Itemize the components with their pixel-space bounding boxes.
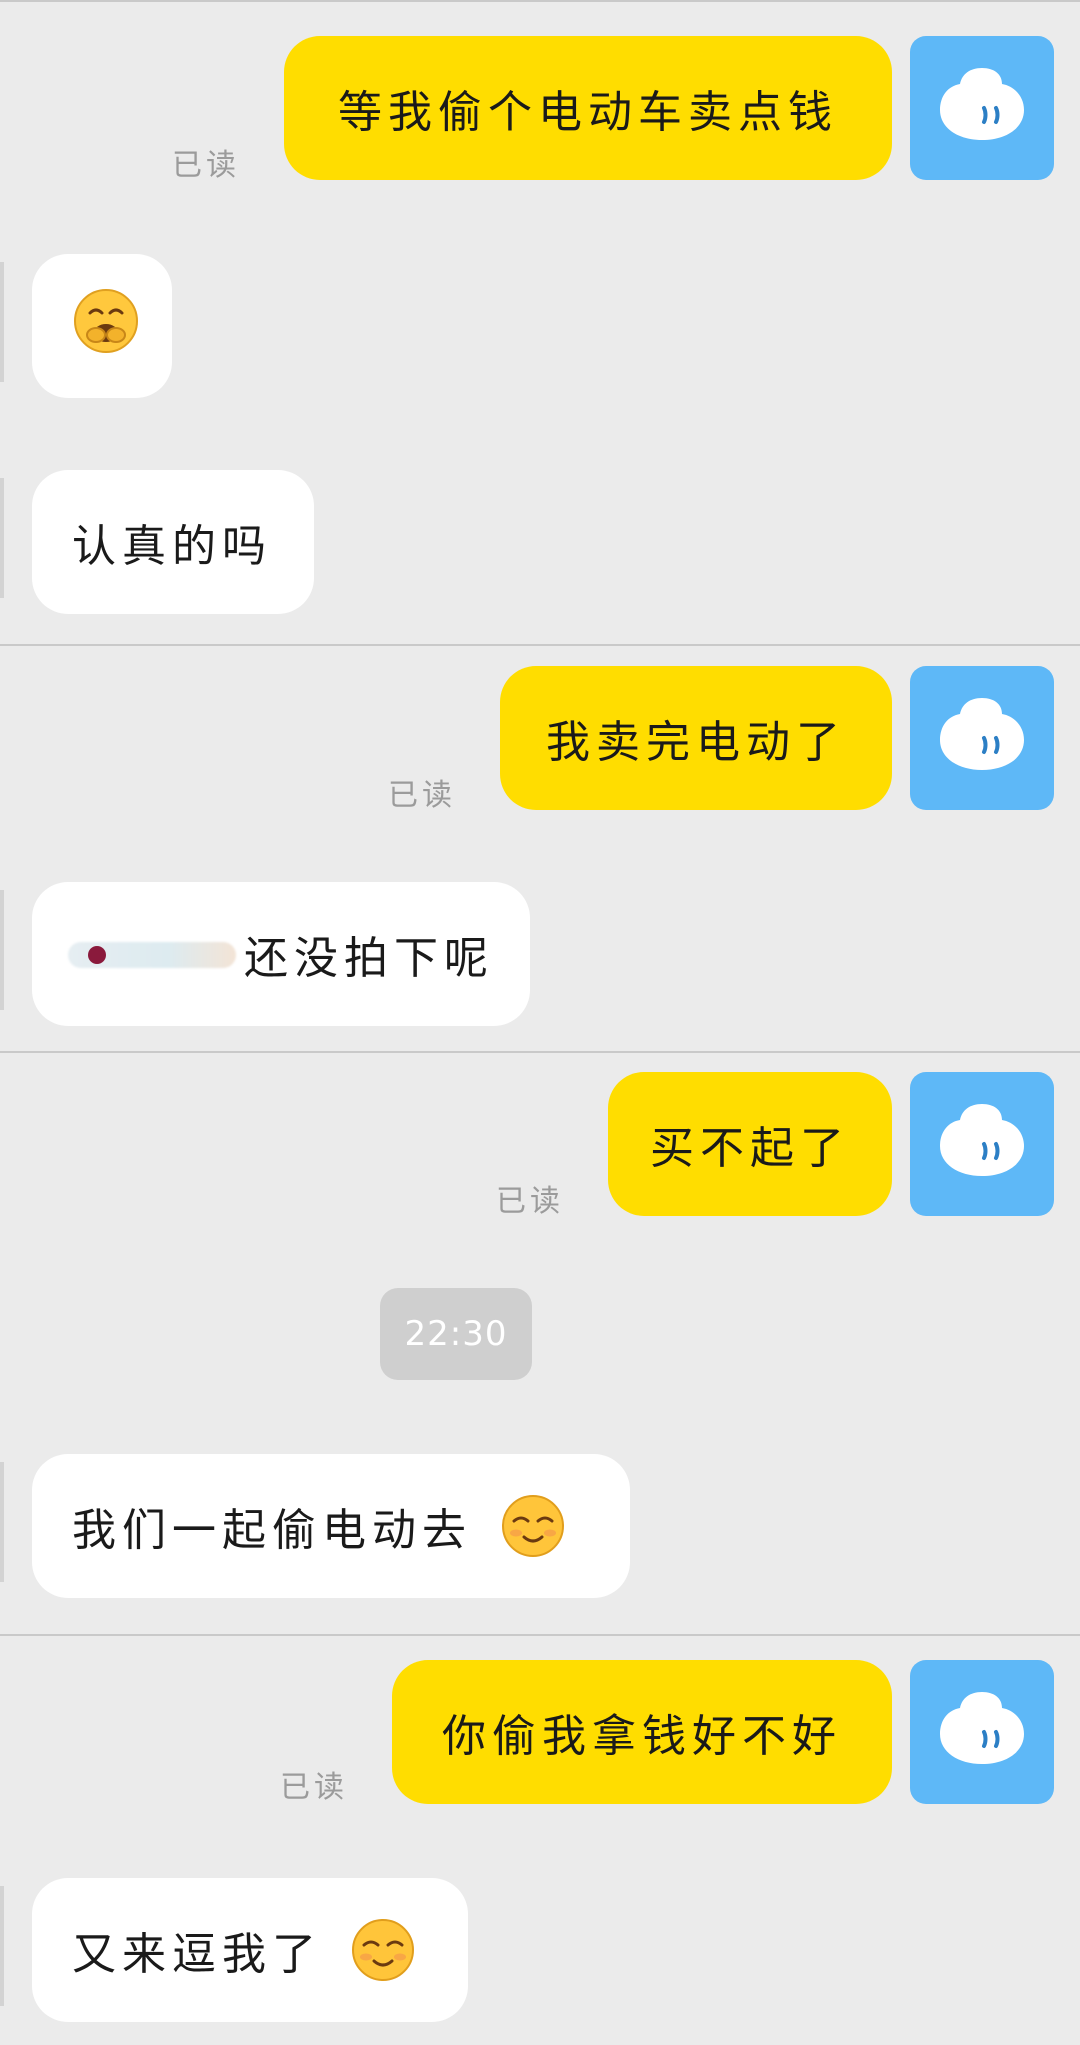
incoming-avatar-edge xyxy=(0,1886,4,2006)
incoming-avatar-edge xyxy=(0,1462,4,1582)
message-text: 还没拍下呢 xyxy=(244,933,494,984)
self-avatar[interactable] xyxy=(910,36,1054,180)
read-receipt: 已读 xyxy=(388,778,456,813)
qq-avatar-icon xyxy=(910,1072,1054,1216)
message-text: 认真的吗 xyxy=(72,521,272,572)
incoming-message-bubble[interactable]: 我们一起偷电动去 xyxy=(32,1454,630,1598)
message-text: 买不起了 xyxy=(650,1123,850,1174)
message-text: 又来逗我了 xyxy=(72,1929,322,1980)
incoming-message-bubble[interactable]: 又来逗我了 xyxy=(32,1878,468,2022)
read-receipt: 已读 xyxy=(172,148,240,183)
outgoing-message-bubble[interactable]: 你偷我拿钱好不好 xyxy=(392,1660,892,1804)
message-text: 你偷我拿钱好不好 xyxy=(442,1711,842,1762)
incoming-message-bubble[interactable]: 认真的吗 xyxy=(32,470,314,614)
incoming-message-bubble[interactable] xyxy=(32,254,172,398)
divider xyxy=(0,1634,1080,1636)
divider xyxy=(0,644,1080,646)
message-text: 我们一起偷电动去 xyxy=(72,1505,472,1556)
outgoing-message-bubble[interactable]: 我卖完电动了 xyxy=(500,666,892,810)
read-receipt: 已读 xyxy=(280,1770,348,1805)
outgoing-message-bubble[interactable]: 买不起了 xyxy=(608,1072,892,1216)
qq-avatar-icon xyxy=(910,1660,1054,1804)
qq-avatar-icon xyxy=(910,36,1054,180)
self-avatar[interactable] xyxy=(910,666,1054,810)
outgoing-message-bubble[interactable]: 等我偷个电动车卖点钱 xyxy=(284,36,892,180)
chat-screen: 已读 等我偷个电动车卖点钱 认真的吗 已读 我卖完电动了 还没拍下呢 已读 买不… xyxy=(0,0,1080,2045)
divider xyxy=(0,1051,1080,1053)
read-receipt: 已读 xyxy=(496,1184,564,1219)
smiling-face-emoji-icon xyxy=(500,1493,566,1559)
blur-dot xyxy=(88,946,106,964)
timestamp-divider: 22:30 xyxy=(380,1288,532,1380)
smiling-face-emoji-icon xyxy=(350,1917,416,1983)
incoming-avatar-edge xyxy=(0,478,4,598)
incoming-avatar-edge xyxy=(0,262,4,382)
redacted-text-blur xyxy=(68,932,238,976)
self-avatar[interactable] xyxy=(910,1660,1054,1804)
message-text: 等我偷个电动车卖点钱 xyxy=(338,87,838,138)
message-text: 我卖完电动了 xyxy=(546,717,846,768)
yawning-face-emoji-icon xyxy=(72,287,140,366)
divider xyxy=(0,0,1080,2)
incoming-avatar-edge xyxy=(0,890,4,1010)
incoming-message-bubble[interactable]: 还没拍下呢 xyxy=(32,882,530,1026)
qq-avatar-icon xyxy=(910,666,1054,810)
self-avatar[interactable] xyxy=(910,1072,1054,1216)
